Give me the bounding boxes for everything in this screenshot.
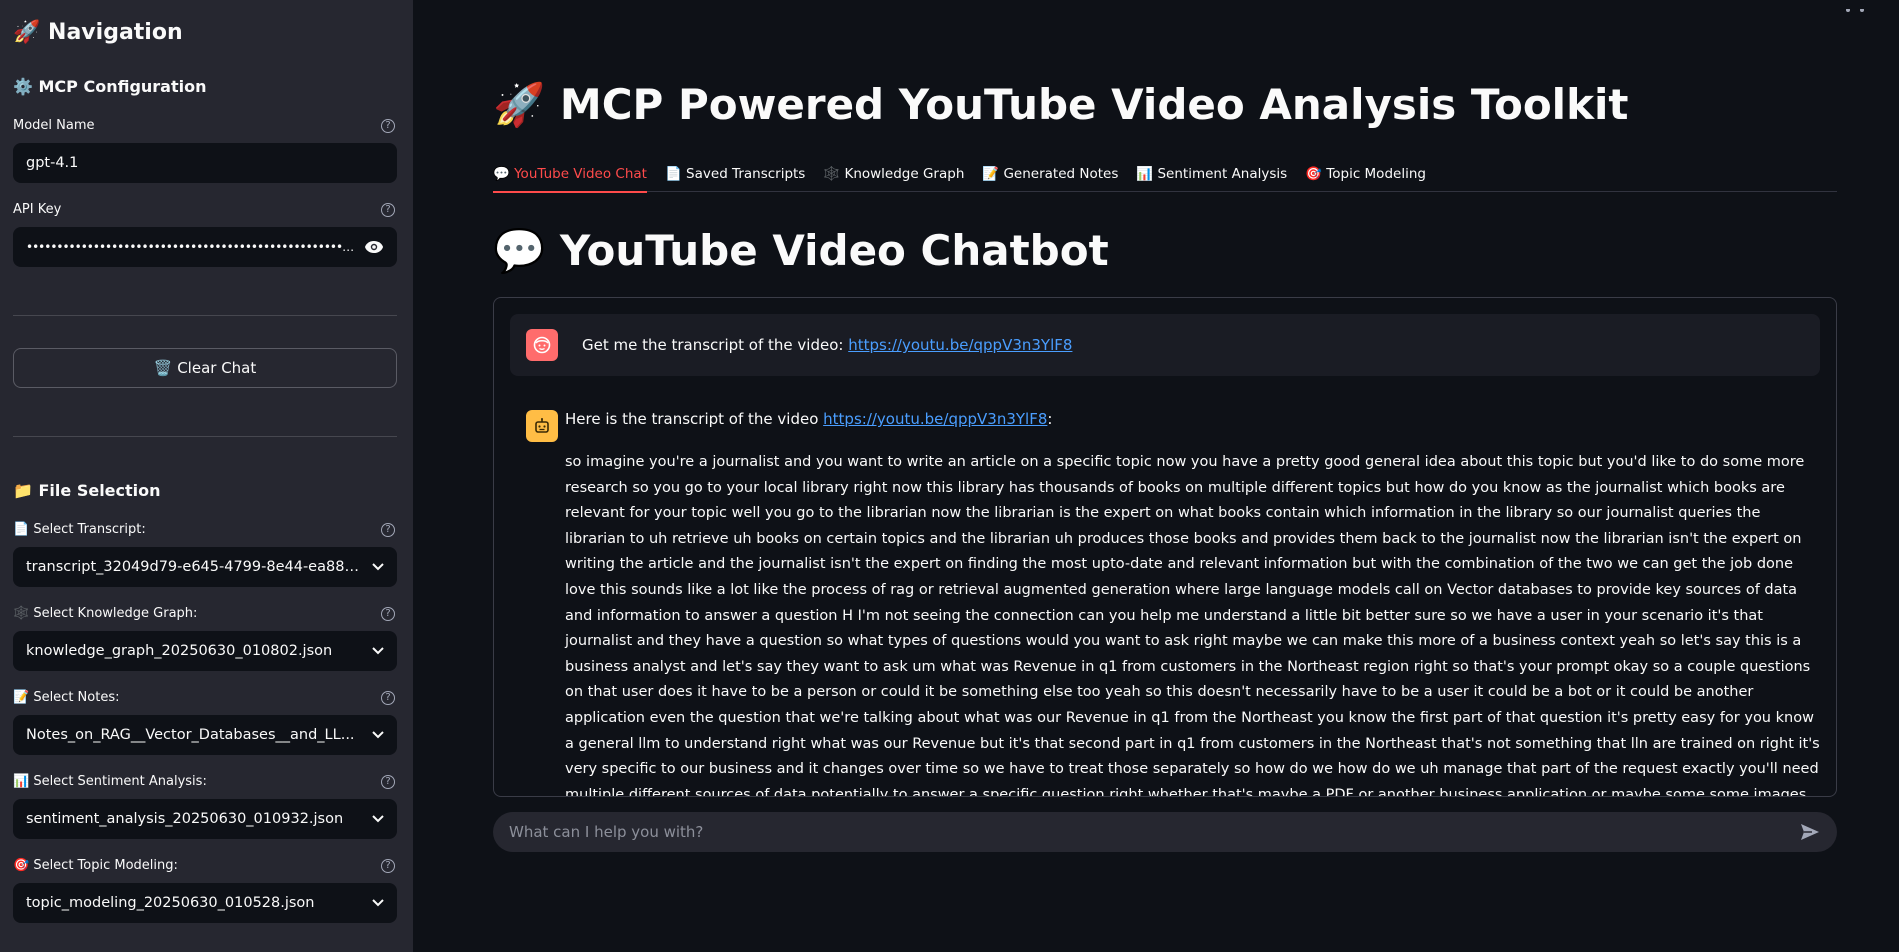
transcript-text: so imagine you're a journalist and you w… <box>565 454 1820 797</box>
model-name-value: gpt-4.1 <box>26 155 79 171</box>
notes-label: 📝 Select Notes: <box>13 690 120 705</box>
tab-youtube-video-chat[interactable]: 💬 YouTube Video Chat <box>493 156 647 193</box>
user-avatar-icon <box>526 329 558 361</box>
topic-modeling-select[interactable]: topic_modeling_20250630_010528.json <box>13 883 397 923</box>
knowledge-graph-select[interactable]: knowledge_graph_20250630_010802.json <box>13 631 397 671</box>
user-message-text: Get me the transcript of the video: http… <box>582 336 1072 354</box>
bot-intro-prefix: Here is the transcript of the video <box>565 410 824 428</box>
notes-selected-value: Notes_on_RAG__Vector_Databases__and_LL..… <box>26 727 355 743</box>
knowledge-graph-help-icon[interactable]: ? <box>381 607 395 621</box>
chat-history[interactable]: Get me the transcript of the video: http… <box>493 297 1837 797</box>
api-key-value: ••••••••••••••••••••••••••••••••••••••••… <box>26 240 360 254</box>
tab-sentiment-analysis[interactable]: 📊 Sentiment Analysis <box>1136 156 1287 192</box>
sidebar-title: 🚀 Navigation <box>13 20 183 45</box>
topic-modeling-help-icon[interactable]: ? <box>381 859 395 873</box>
file-selection-heading: 📁 File Selection <box>13 481 161 500</box>
sentiment-help-icon[interactable]: ? <box>381 775 395 789</box>
bot-message-intro: Here is the transcript of the video http… <box>565 410 1052 428</box>
tab-topic-modeling[interactable]: 🎯 Topic Modeling <box>1305 156 1426 192</box>
model-name-label: Model Name <box>13 118 95 133</box>
transcript-selected-value: transcript_32049d79-e645-4799-8e44-ea881… <box>26 559 364 575</box>
knowledge-graph-label: 🕸️ Select Knowledge Graph: <box>13 606 198 621</box>
tab-knowledge-graph[interactable]: 🕸️ Knowledge Graph <box>823 156 964 192</box>
mcp-config-heading: ⚙️ MCP Configuration <box>13 77 207 96</box>
transcript-label: 📄 Select Transcript: <box>13 522 146 537</box>
chevron-down-icon <box>364 895 384 911</box>
sidebar-divider <box>13 315 397 316</box>
eye-icon[interactable] <box>360 240 384 254</box>
chat-input-bar[interactable] <box>493 812 1837 852</box>
user-message-link[interactable]: https://youtu.be/qppV3n3YlF8 <box>848 336 1072 354</box>
sentiment-label: 📊 Select Sentiment Analysis: <box>13 774 207 789</box>
topic-modeling-label: 🎯 Select Topic Modeling: <box>13 858 178 873</box>
chevron-down-icon <box>364 559 384 575</box>
clear-chat-button[interactable]: 🗑️ Clear Chat <box>13 348 397 388</box>
chevron-down-icon <box>364 727 384 743</box>
page-title: 🚀 MCP Powered YouTube Video Analysis Too… <box>493 80 1629 129</box>
sidebar: 🚀 Navigation ⚙️ MCP Configuration Model … <box>0 0 413 952</box>
send-icon[interactable] <box>1799 821 1821 843</box>
api-key-label: API Key <box>13 202 62 217</box>
tab-generated-notes[interactable]: 📝 Generated Notes <box>982 156 1118 192</box>
bot-avatar-icon <box>526 410 558 442</box>
user-message-prefix: Get me the transcript of the video: <box>582 336 849 354</box>
user-message: Get me the transcript of the video: http… <box>510 314 1820 376</box>
bot-message-link[interactable]: https://youtu.be/qppV3n3YlF8 <box>823 410 1047 428</box>
sidebar-divider <box>13 436 397 437</box>
sentiment-select[interactable]: sentiment_analysis_20250630_010932.json <box>13 799 397 839</box>
api-key-help-icon[interactable]: ? <box>381 203 395 217</box>
main-menu-icon[interactable] <box>1840 0 1870 12</box>
transcript-help-icon[interactable]: ? <box>381 523 395 537</box>
model-name-help-icon[interactable]: ? <box>381 119 395 133</box>
bot-intro-suffix: : <box>1047 410 1053 428</box>
notes-select[interactable]: Notes_on_RAG__Vector_Databases__and_LL..… <box>13 715 397 755</box>
notes-help-icon[interactable]: ? <box>381 691 395 705</box>
model-name-input[interactable]: gpt-4.1 <box>13 143 397 183</box>
chevron-down-icon <box>364 643 384 659</box>
transcript-select[interactable]: transcript_32049d79-e645-4799-8e44-ea881… <box>13 547 397 587</box>
topic-modeling-selected-value: topic_modeling_20250630_010528.json <box>26 895 315 911</box>
sentiment-selected-value: sentiment_analysis_20250630_010932.json <box>26 811 344 827</box>
api-key-input[interactable]: ••••••••••••••••••••••••••••••••••••••••… <box>13 227 397 267</box>
section-title: 💬 YouTube Video Chatbot <box>493 226 1109 275</box>
chat-input[interactable] <box>509 823 1799 841</box>
tab-bar: 💬 YouTube Video Chat 📄 Saved Transcripts… <box>493 156 1837 193</box>
chevron-down-icon <box>364 811 384 827</box>
knowledge-graph-selected-value: knowledge_graph_20250630_010802.json <box>26 643 333 659</box>
tab-saved-transcripts[interactable]: 📄 Saved Transcripts <box>665 156 805 192</box>
